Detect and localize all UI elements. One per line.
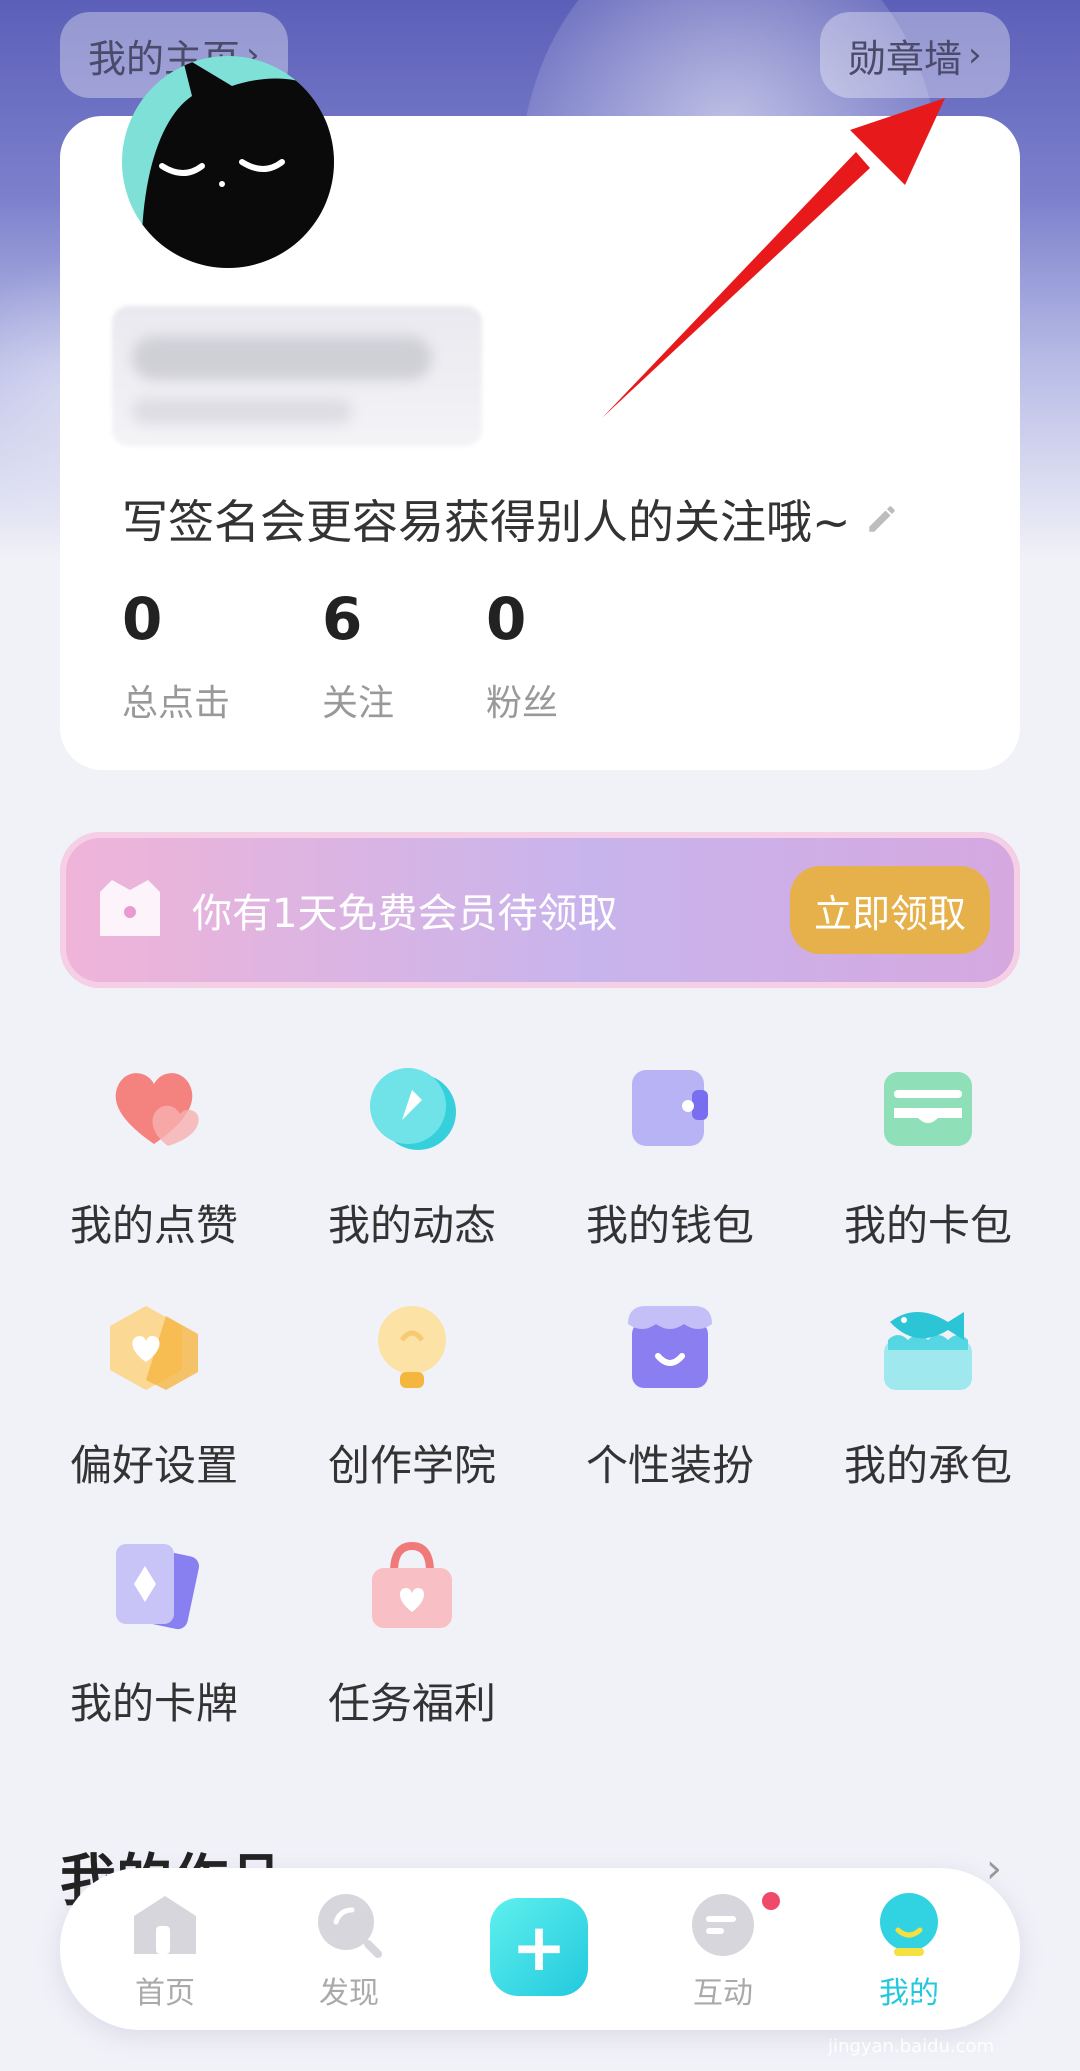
gift-box-icon bbox=[100, 880, 160, 936]
feature-label: 偏好设置 bbox=[69, 1441, 238, 1490]
create-plus-button[interactable]: + bbox=[490, 1898, 588, 1996]
nav-label: 首页 bbox=[135, 1976, 195, 2011]
badge-wall-link[interactable]: 勋章墙 › bbox=[820, 12, 1010, 98]
playing-card-icon bbox=[106, 1538, 202, 1634]
wallet-icon bbox=[622, 1060, 718, 1156]
stat-value: 0 bbox=[486, 585, 527, 653]
watermark-main: Bai 经验 bbox=[828, 1993, 969, 2034]
feature-label: 创作学院 bbox=[327, 1441, 496, 1490]
stat-total-clicks[interactable]: 0 总点击 bbox=[122, 590, 322, 726]
feature-label: 我的卡包 bbox=[843, 1201, 1012, 1250]
feature-my-likes[interactable]: 我的点赞 bbox=[44, 1060, 264, 1253]
promo-text: 你有1天免费会员待领取 bbox=[192, 891, 618, 937]
blurred-username bbox=[112, 306, 482, 446]
free-membership-banner[interactable]: 你有1天免费会员待领取 立即领取 bbox=[60, 832, 1020, 988]
feature-my-cards[interactable]: 我的卡牌 bbox=[44, 1538, 264, 1731]
heart-icon bbox=[106, 1060, 202, 1156]
nav-interact[interactable]: 互动 bbox=[658, 1892, 788, 2012]
nav-label: 互动 bbox=[693, 1976, 753, 2011]
chat-bubble-icon bbox=[688, 1892, 758, 1958]
home-icon bbox=[130, 1892, 200, 1958]
feature-label: 我的动态 bbox=[327, 1201, 496, 1250]
badge-wall-label: 勋章墙 bbox=[848, 36, 963, 81]
hexagon-heart-icon bbox=[106, 1300, 202, 1396]
claim-now-button[interactable]: 立即领取 bbox=[790, 866, 990, 954]
shop-icon bbox=[622, 1300, 718, 1396]
stat-value: 0 bbox=[122, 585, 163, 653]
lightbulb-icon bbox=[364, 1300, 460, 1396]
feature-label: 我的卡牌 bbox=[69, 1679, 238, 1728]
feature-label: 我的承包 bbox=[843, 1441, 1012, 1490]
feature-label: 个性装扮 bbox=[585, 1441, 754, 1490]
feature-label: 我的点赞 bbox=[69, 1201, 238, 1250]
stat-followers[interactable]: 0 粉丝 bbox=[486, 590, 646, 726]
signature-text: 写签名会更容易获得别人的关注哦~ bbox=[122, 495, 851, 549]
feature-creator-academy[interactable]: 创作学院 bbox=[302, 1300, 522, 1493]
stat-label: 总点击 bbox=[122, 683, 231, 724]
notification-dot bbox=[762, 1892, 780, 1910]
feature-label: 我的钱包 bbox=[585, 1201, 754, 1250]
gift-bag-icon bbox=[364, 1538, 460, 1634]
nav-home[interactable]: 首页 bbox=[100, 1892, 230, 2012]
stat-following[interactable]: 6 关注 bbox=[322, 590, 486, 726]
fish-icon bbox=[880, 1300, 976, 1396]
feature-my-posts[interactable]: 我的动态 bbox=[302, 1060, 522, 1253]
chevron-right-icon: › bbox=[968, 35, 982, 75]
edit-pencil-icon[interactable] bbox=[865, 502, 899, 536]
feature-label: 任务福利 bbox=[327, 1679, 496, 1728]
nav-label: 发现 bbox=[319, 1976, 379, 2011]
feature-preferences[interactable]: 偏好设置 bbox=[44, 1300, 264, 1493]
stats-row: 0 总点击 6 关注 0 粉丝 bbox=[122, 590, 646, 726]
avatar[interactable] bbox=[122, 56, 334, 268]
signature-row[interactable]: 写签名会更容易获得别人的关注哦~ bbox=[122, 486, 899, 552]
feature-my-wallet[interactable]: 我的钱包 bbox=[560, 1060, 780, 1253]
watermark-url: jingyan.baidu.com bbox=[828, 2036, 995, 2057]
mine-active-icon bbox=[874, 1892, 944, 1958]
stat-label: 关注 bbox=[322, 683, 395, 724]
baidu-jingyan-watermark: Bai 经验 jingyan.baidu.com bbox=[828, 1984, 994, 2057]
compass-icon bbox=[364, 1060, 460, 1156]
card-holder-icon bbox=[880, 1060, 976, 1156]
stat-label: 粉丝 bbox=[486, 683, 559, 724]
feature-my-card-holder[interactable]: 我的卡包 bbox=[818, 1060, 1038, 1253]
feature-my-contract[interactable]: 我的承包 bbox=[818, 1300, 1038, 1493]
feature-personal-style[interactable]: 个性装扮 bbox=[560, 1300, 780, 1493]
stat-value: 6 bbox=[322, 585, 363, 653]
nav-discover[interactable]: 发现 bbox=[284, 1892, 414, 2012]
black-cat-avatar-icon bbox=[141, 56, 334, 268]
discover-icon bbox=[314, 1892, 384, 1958]
feature-task-rewards[interactable]: 任务福利 bbox=[302, 1538, 522, 1731]
